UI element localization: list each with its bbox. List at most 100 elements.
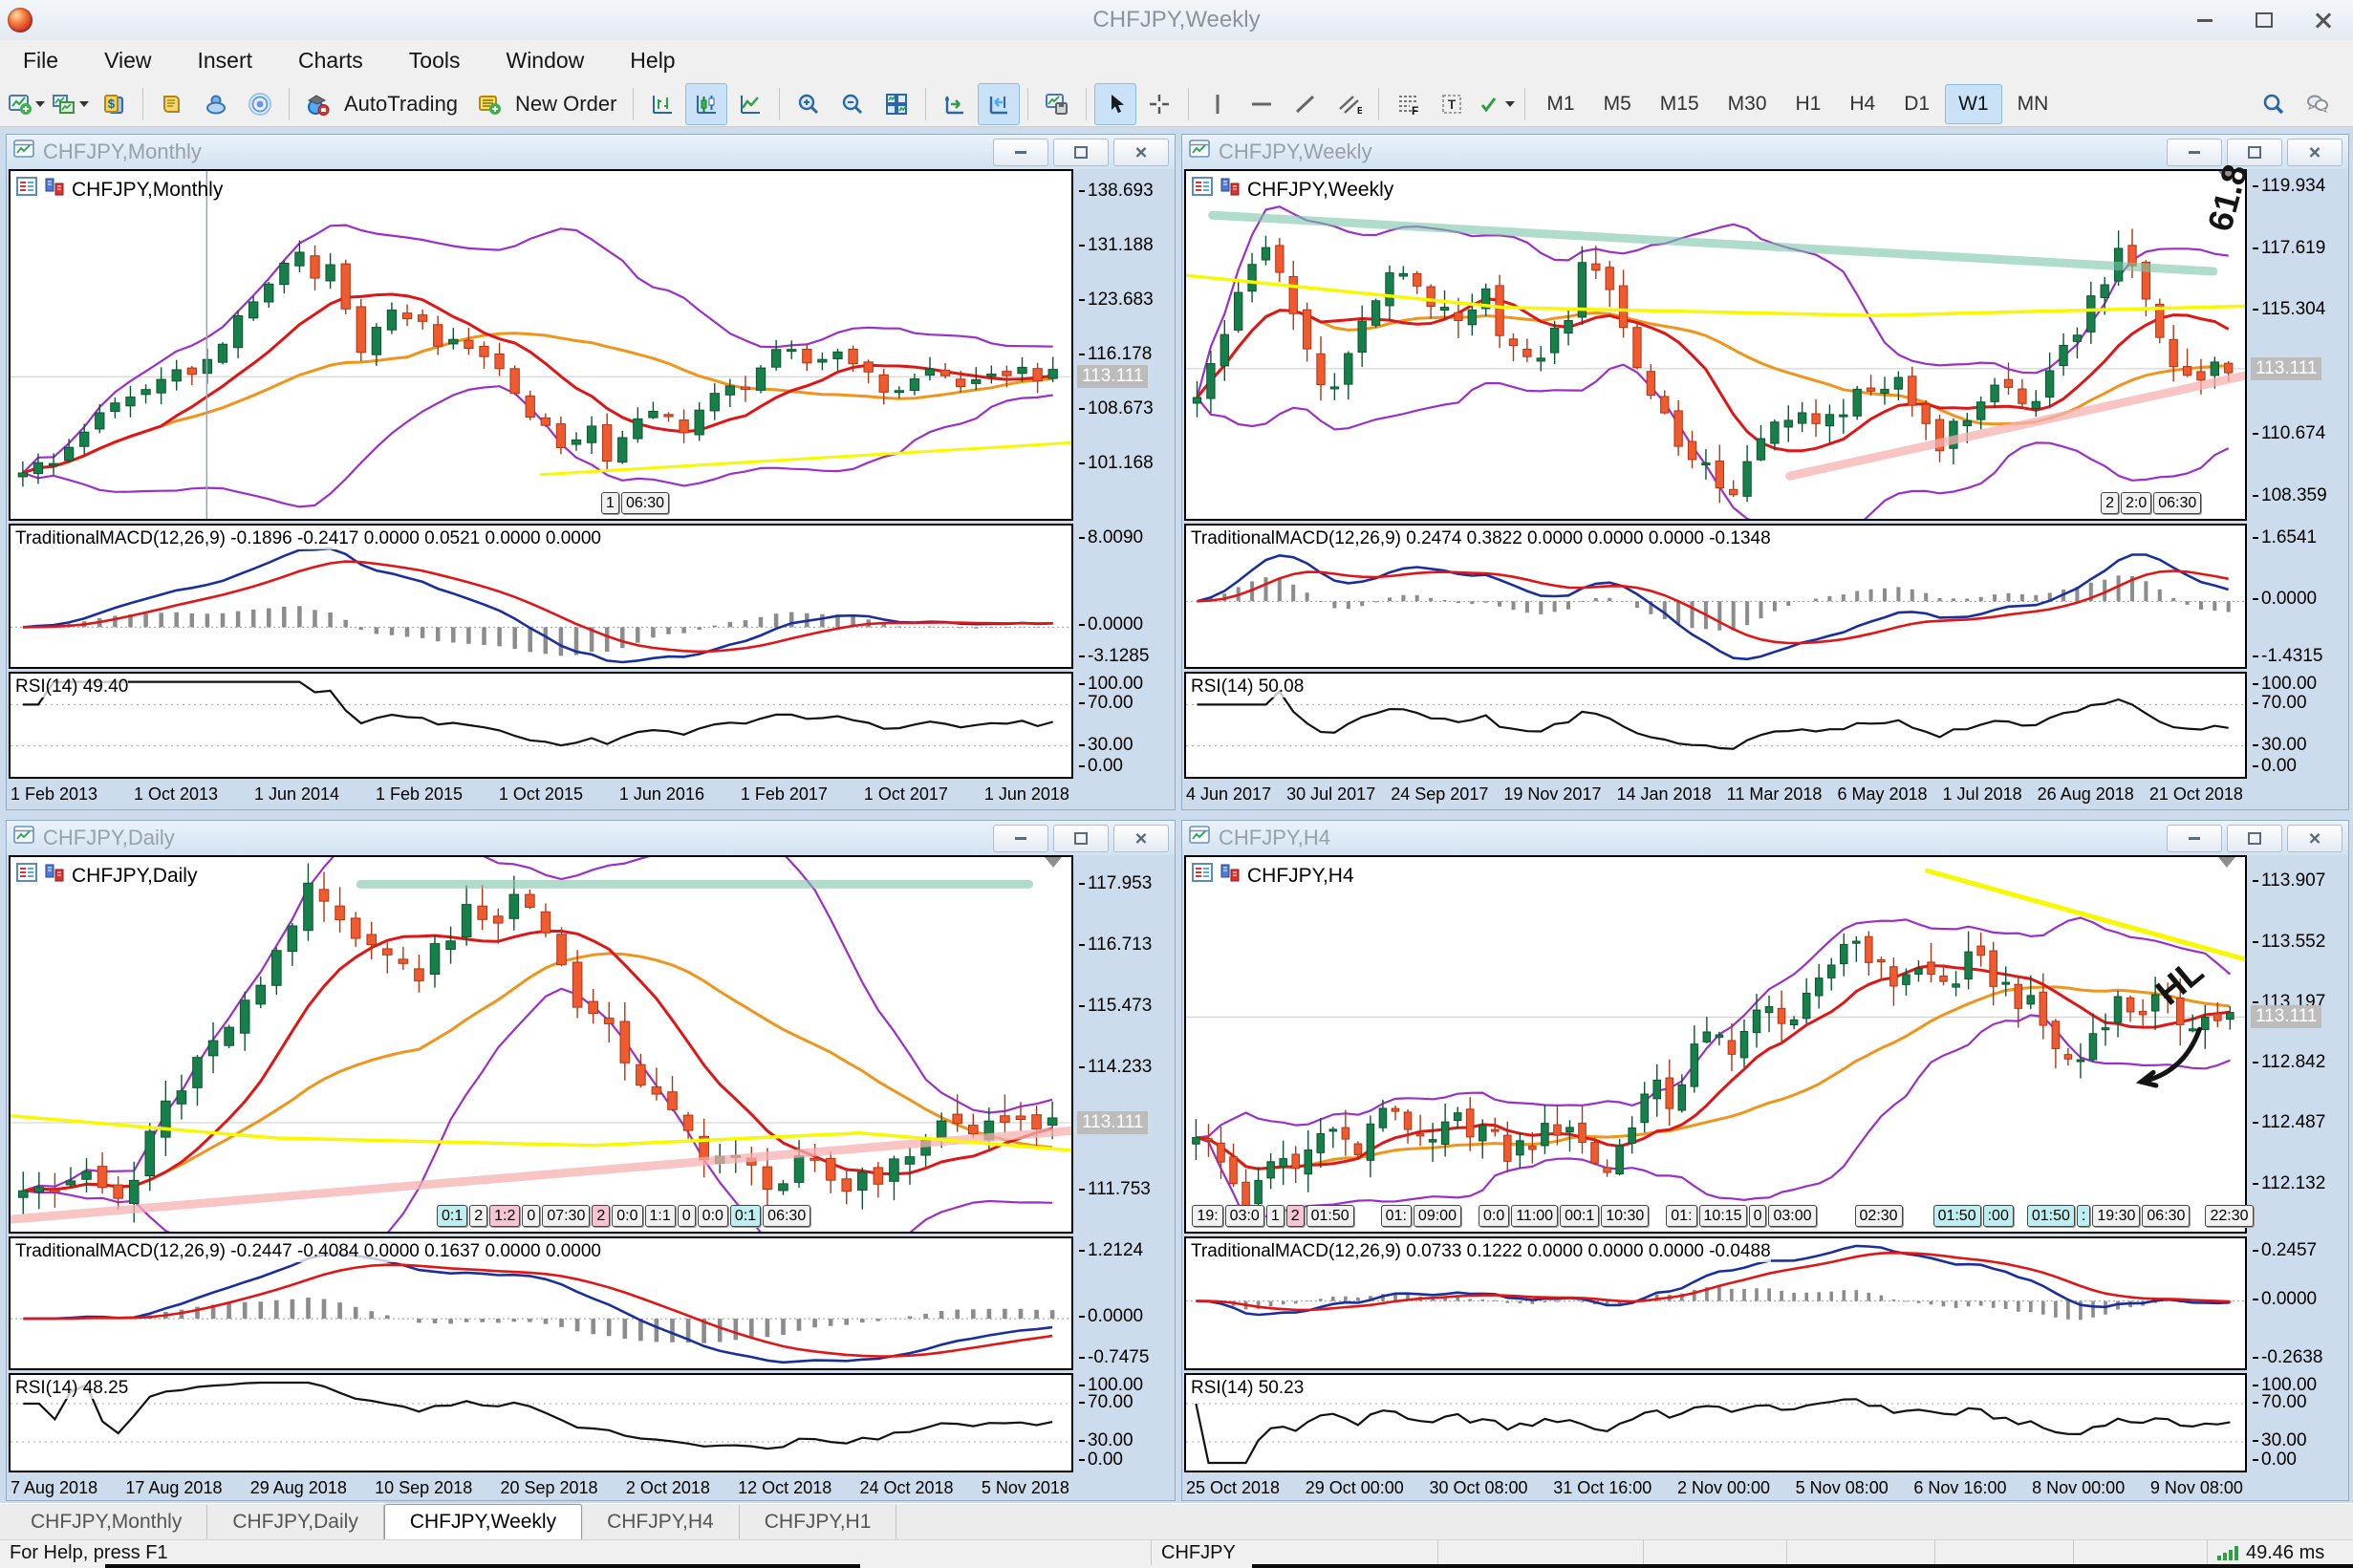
- time-tag[interactable]: 03:0: [1225, 1205, 1264, 1227]
- time-tag[interactable]: 1:2: [489, 1205, 520, 1227]
- time-tag[interactable]: 2: [469, 1205, 487, 1227]
- time-tag[interactable]: 1: [601, 492, 619, 514]
- chart-window-caption[interactable]: CHFJPY,H4: [1182, 821, 2348, 855]
- time-tag[interactable]: 2:0: [2121, 492, 2151, 514]
- time-tag[interactable]: 19:30: [2092, 1205, 2140, 1227]
- cursor-tool-button[interactable]: [1094, 83, 1136, 125]
- templates-button[interactable]: [1036, 83, 1078, 125]
- chart-shift-button[interactable]: [978, 83, 1020, 125]
- rsi-pane-h4[interactable]: RSI(14) 50.23: [1184, 1373, 2247, 1472]
- window-minimize-button[interactable]: [2175, 0, 2234, 40]
- new-order-button[interactable]: [468, 83, 510, 125]
- menu-window[interactable]: Window: [483, 43, 607, 78]
- time-tag[interactable]: 09:00: [1414, 1205, 1461, 1227]
- time-tag[interactable]: 01:50: [2027, 1205, 2075, 1227]
- timeframe-h1-button[interactable]: H1: [1782, 84, 1835, 124]
- profiles-button-caret[interactable]: [79, 101, 89, 107]
- profiles-button[interactable]: [49, 83, 91, 125]
- time-tag[interactable]: 2: [2101, 492, 2119, 514]
- time-tag[interactable]: 1:1: [645, 1205, 676, 1227]
- line-chart-button[interactable]: [729, 83, 771, 125]
- chart-restore-button[interactable]: [2227, 825, 2282, 852]
- new-chart-button[interactable]: [5, 83, 47, 125]
- tab-chfjpy-h4[interactable]: CHFJPY,H4: [582, 1505, 740, 1539]
- autotrading-label[interactable]: AutoTrading: [344, 92, 458, 117]
- time-tag[interactable]: 19:: [1192, 1205, 1222, 1227]
- quotes-table-icon[interactable]: [15, 862, 38, 883]
- menu-file[interactable]: File: [0, 43, 81, 78]
- price-scale-daily[interactable]: 117.953116.713115.473114.233111.753113.1…: [1075, 855, 1173, 1498]
- time-tag[interactable]: 10:30: [1601, 1205, 1649, 1227]
- menu-help[interactable]: Help: [607, 43, 698, 78]
- time-axis-monthly[interactable]: 1 Feb 20131 Oct 20131 Jun 20141 Feb 2015…: [9, 782, 1073, 805]
- price-pane-h4[interactable]: CHFJPY,H4HL19:03:01201:5001:09:000:011:0…: [1184, 855, 2247, 1234]
- rsi-pane-daily[interactable]: RSI(14) 48.25: [9, 1373, 1073, 1472]
- channel-tool-button[interactable]: E: [1328, 83, 1371, 125]
- chart-minimize-button[interactable]: [993, 139, 1048, 166]
- fibonacci-tool-button[interactable]: F: [1387, 83, 1429, 125]
- time-tag[interactable]: 01:: [1666, 1205, 1696, 1227]
- time-tag[interactable]: 22:30: [2205, 1205, 2253, 1227]
- time-tag[interactable]: 03:00: [1768, 1205, 1816, 1227]
- time-tag[interactable]: 01:50: [1306, 1205, 1354, 1227]
- new-chart-button-caret[interactable]: [35, 101, 45, 107]
- rsi-pane-weekly[interactable]: RSI(14) 50.08: [1184, 672, 2247, 779]
- rsi-pane-monthly[interactable]: RSI(14) 49.40: [9, 672, 1073, 779]
- menu-charts[interactable]: Charts: [275, 43, 386, 78]
- tab-chfjpy-h1[interactable]: CHFJPY,H1: [740, 1505, 897, 1539]
- bars-icon[interactable]: [1219, 862, 1241, 883]
- autotrading-button[interactable]: [297, 83, 339, 125]
- menu-insert[interactable]: Insert: [175, 43, 276, 78]
- quotes-table-icon[interactable]: [1191, 862, 1214, 883]
- time-tag[interactable]: 0: [522, 1205, 540, 1227]
- chart-restore-button[interactable]: [1053, 825, 1109, 852]
- timeframe-m5-button[interactable]: M5: [1590, 84, 1645, 124]
- trendline-tool-button[interactable]: [1284, 83, 1327, 125]
- price-scale-monthly[interactable]: 138.693131.188123.683116.178108.673101.1…: [1075, 169, 1173, 807]
- new-order-label[interactable]: New Order: [515, 92, 616, 117]
- time-tag[interactable]: 07:30: [542, 1205, 590, 1227]
- timeframe-m1-button[interactable]: M1: [1533, 84, 1587, 124]
- quotes-table-icon[interactable]: [1191, 176, 1214, 197]
- scroll-to-end-marker[interactable]: [2218, 857, 2235, 868]
- menu-tools[interactable]: Tools: [386, 43, 484, 78]
- chart-close-button[interactable]: [1113, 139, 1169, 166]
- chart-minimize-button[interactable]: [2167, 825, 2222, 852]
- time-tag[interactable]: 2: [1286, 1205, 1305, 1227]
- text-tool-button[interactable]: T: [1431, 83, 1473, 125]
- bars-icon[interactable]: [1219, 176, 1241, 197]
- time-tag[interactable]: 06:30: [763, 1205, 810, 1227]
- time-tag[interactable]: 06:30: [621, 492, 669, 514]
- macd-pane-monthly[interactable]: TraditionalMACD(12,26,9) -0.1896 -0.2417…: [9, 524, 1073, 669]
- bars-icon[interactable]: [43, 862, 66, 883]
- macd-pane-weekly[interactable]: TraditionalMACD(12,26,9) 0.2474 0.3822 0…: [1184, 524, 2247, 669]
- time-tag[interactable]: 0: [1749, 1205, 1767, 1227]
- chart-restore-button[interactable]: [2227, 139, 2282, 166]
- time-tag[interactable]: 0: [678, 1205, 696, 1227]
- price-scale-weekly[interactable]: 119.934117.619115.304110.674108.359113.1…: [2249, 169, 2346, 807]
- quotes-table-icon[interactable]: [15, 176, 38, 197]
- time-axis-daily[interactable]: 7 Aug 201817 Aug 201829 Aug 201810 Sep 2…: [9, 1475, 1073, 1498]
- time-tag[interactable]: 0:0: [698, 1205, 728, 1227]
- time-tag[interactable]: 06:30: [2153, 492, 2201, 514]
- chart-minimize-button[interactable]: [993, 825, 1048, 852]
- time-tag[interactable]: 0:1: [437, 1205, 467, 1227]
- chart-close-button[interactable]: [2287, 825, 2342, 852]
- bars-icon[interactable]: [43, 176, 66, 197]
- horizontal-line-tool-button[interactable]: [1241, 83, 1283, 125]
- vertical-line-tool-button[interactable]: [1197, 83, 1239, 125]
- time-tag[interactable]: 01:: [1381, 1205, 1412, 1227]
- time-tag[interactable]: 02:30: [1855, 1205, 1903, 1227]
- timeframe-mn-button[interactable]: MN: [2004, 84, 2062, 124]
- chart-minimize-button[interactable]: [2167, 139, 2222, 166]
- timeframe-w1-button[interactable]: W1: [1945, 84, 2002, 124]
- price-scale-h4[interactable]: 113.907113.552113.197112.842112.487112.1…: [2249, 855, 2346, 1498]
- tile-windows-button[interactable]: [875, 83, 917, 125]
- candlestick-chart-button[interactable]: [685, 83, 727, 125]
- menu-view[interactable]: View: [81, 43, 174, 78]
- time-tag[interactable]: 01:50: [1933, 1205, 1981, 1227]
- timeframe-m30-button[interactable]: M30: [1715, 84, 1781, 124]
- history-center-button[interactable]: [151, 83, 193, 125]
- chart-restore-button[interactable]: [1053, 139, 1109, 166]
- chart-close-button[interactable]: [1113, 825, 1169, 852]
